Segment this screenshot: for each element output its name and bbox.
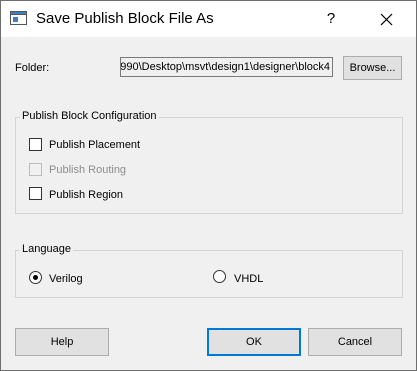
publish-region-checkbox[interactable]: [29, 187, 42, 200]
context-help-button[interactable]: ?: [308, 1, 354, 37]
verilog-radio[interactable]: [29, 271, 42, 284]
save-publish-block-dialog: Save Publish Block File As ? Folder: 990…: [0, 0, 417, 371]
dialog-title: Save Publish Block File As: [36, 10, 214, 27]
folder-path-value: 990\Desktop\msvt\design1\designer\block4: [120, 61, 330, 73]
close-button[interactable]: [362, 1, 410, 37]
language-title: Language: [20, 243, 73, 255]
close-icon: [380, 13, 393, 26]
radio-selected-dot: [33, 275, 38, 280]
title-bar: Save Publish Block File As ?: [1, 1, 416, 37]
folder-path-field[interactable]: 990\Desktop\msvt\design1\designer\block4: [120, 57, 333, 77]
publish-routing-label: Publish Routing: [49, 164, 127, 176]
cancel-button[interactable]: Cancel: [308, 328, 402, 356]
publish-placement-label[interactable]: Publish Placement: [49, 139, 140, 151]
publish-config-title: Publish Block Configuration: [20, 110, 159, 122]
folder-label: Folder:: [15, 62, 50, 74]
publish-region-label[interactable]: Publish Region: [49, 189, 123, 201]
help-button[interactable]: Help: [15, 328, 109, 356]
publish-routing-checkbox: [29, 163, 42, 176]
window-icon: [10, 11, 27, 25]
browse-button[interactable]: Browse...: [343, 56, 402, 80]
publish-placement-checkbox[interactable]: [29, 138, 42, 151]
vhdl-label[interactable]: VHDL: [234, 273, 263, 285]
verilog-label[interactable]: Verilog: [49, 273, 83, 285]
ok-button[interactable]: OK: [207, 328, 301, 356]
vhdl-radio[interactable]: [213, 270, 226, 283]
